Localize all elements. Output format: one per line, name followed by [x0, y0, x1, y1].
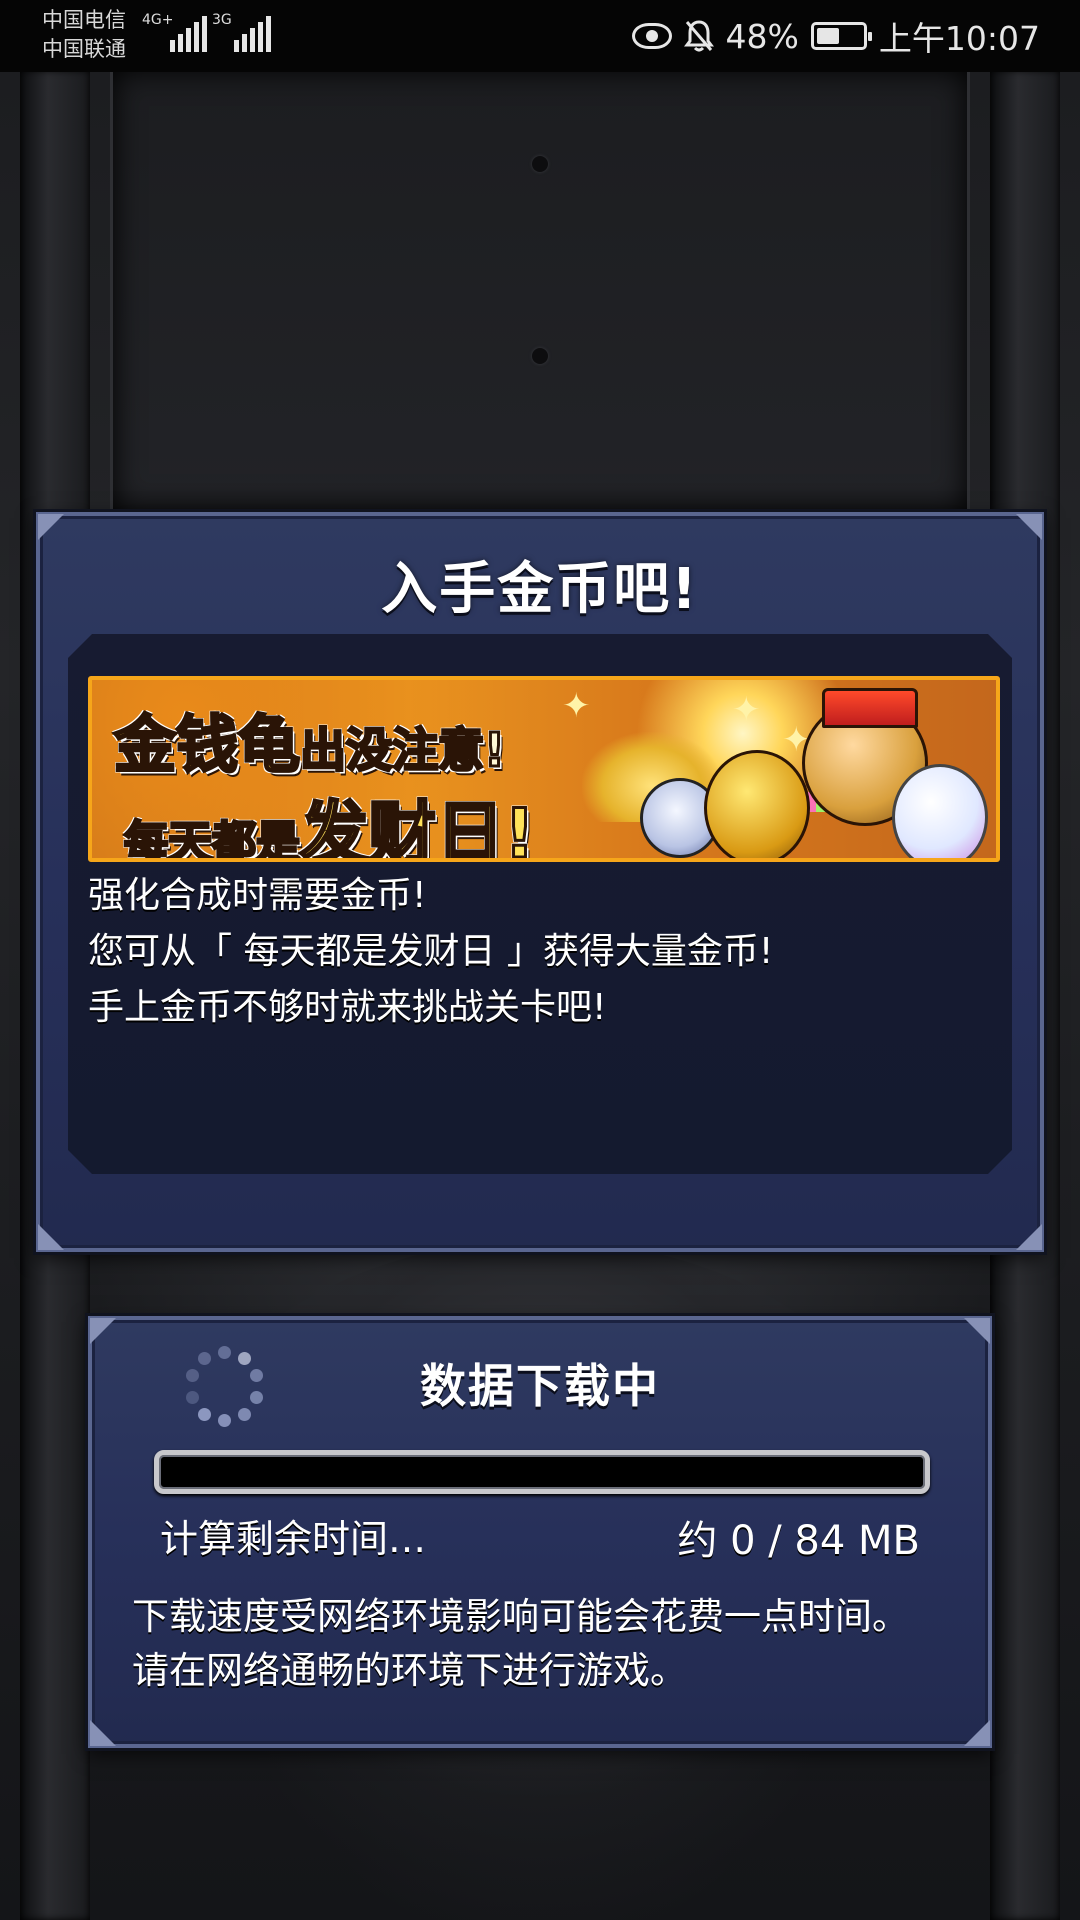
- carrier-2: 中国联通: [42, 37, 126, 61]
- banner-line1-main: 金钱龟: [112, 707, 301, 783]
- background-plate: [110, 70, 970, 510]
- download-notice: 下载速度受网络环境影响可能会花费一点时间。 请在网络通畅的环境下进行游戏。: [132, 1590, 909, 1698]
- gold-turtle-icon: [704, 750, 810, 858]
- notice-line: 请在网络通畅的环境下进行游戏。: [132, 1649, 687, 1692]
- sparkle-icon: ✦: [732, 690, 761, 730]
- description-line: 手上金币不够时就来挑战关卡吧!: [88, 987, 607, 1028]
- description-line: 强化合成时需要金币!: [88, 875, 427, 916]
- bolt-icon: [532, 156, 548, 172]
- download-title: 数据下载中: [420, 1359, 660, 1413]
- time-remaining: 计算剩余时间…: [160, 1517, 427, 1561]
- promo-banner[interactable]: ✦ ✦ ✦ 金钱龟出没注意! 每天都是发财日!: [88, 676, 1000, 862]
- signal-icon-1: [170, 14, 207, 52]
- banner-line2-main: 发财日!: [298, 794, 536, 862]
- eye-icon: [631, 23, 672, 49]
- download-size: 约 0 / 84 MB: [677, 1518, 920, 1564]
- promo-description: 强化合成时需要金币! 您可从「 每天都是发财日 」获得大量金币! 手上金币不够时…: [88, 868, 773, 1036]
- description-line: 您可从「 每天都是发财日 」获得大量金币!: [88, 931, 774, 972]
- carrier-labels: 中国电信 中国联通: [42, 6, 126, 64]
- banner-line1-sub: 出没注意!: [299, 722, 507, 779]
- status-bar: 中国电信 中国联通 4G+ 3G 48% 上午10:07: [0, 0, 1080, 72]
- carrier-1: 中国电信: [42, 8, 126, 32]
- signal-icon-2: [234, 14, 271, 52]
- sparkle-icon: ✦: [562, 686, 591, 726]
- banner-line2-sub: 每天都是: [123, 816, 302, 862]
- promo-title: 入手金币吧!: [381, 557, 699, 622]
- download-panel: 数据下载中 计算剩余时间… 约 0 / 84 MB 下载速度受网络环境影响可能会…: [88, 1316, 992, 1748]
- download-progress-bar: [154, 1450, 930, 1494]
- crystal-egg-icon: [892, 764, 988, 858]
- bolt-icon: [532, 348, 548, 364]
- promo-panel: 入手金币吧! ✦ ✦ ✦ 金钱龟出没注意! 每天都是发财日! 强化合成时需要金币…: [36, 512, 1044, 1252]
- battery-percent: 48%: [725, 16, 799, 56]
- notice-line: 下载速度受网络环境影响可能会花费一点时间。: [132, 1595, 909, 1638]
- battery-icon: [810, 22, 872, 50]
- bell-off-icon: [683, 19, 714, 53]
- crown-icon: [822, 688, 918, 728]
- banner-line-1: 金钱龟出没注意!: [112, 694, 507, 784]
- banner-line-2: 每天都是发财日!: [123, 778, 537, 862]
- status-right: 48% 上午10:07: [631, 14, 1040, 58]
- network-type-2: 3G: [212, 12, 232, 28]
- clock: 上午10:07: [878, 19, 1040, 58]
- network-type-1: 4G+: [142, 12, 174, 28]
